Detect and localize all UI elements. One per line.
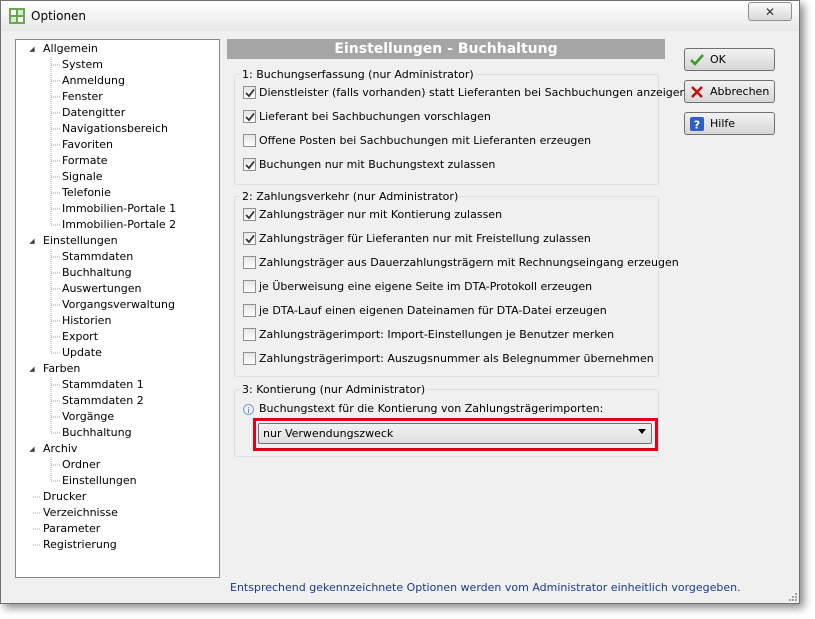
tree-item-einstellungen[interactable]: Einstellungen bbox=[43, 233, 118, 249]
ok-button[interactable]: OK bbox=[684, 48, 775, 71]
window-title: Optionen bbox=[31, 9, 87, 23]
tree-item-fenster[interactable]: Fenster bbox=[62, 89, 103, 105]
cancel-label: Abbrechen bbox=[710, 85, 770, 98]
tree-item-signale[interactable]: Signale bbox=[62, 169, 103, 185]
option-label: Zahlungsträger für Lieferanten nur mit F… bbox=[259, 232, 591, 245]
checkbox-unchecked[interactable] bbox=[243, 352, 256, 365]
tree-item-auswertungen[interactable]: Auswertungen bbox=[62, 281, 142, 297]
checkbox-unchecked[interactable] bbox=[243, 256, 256, 269]
group-title-kontierung: 3: Kontierung (nur Administrator) bbox=[240, 383, 428, 396]
tree-item-navigationsbereich[interactable]: Navigationsbereich bbox=[62, 121, 168, 137]
tree-expand-icon[interactable]: ◢ bbox=[27, 361, 37, 377]
checkmark-icon bbox=[245, 234, 255, 244]
tree-item-einstellungen[interactable]: Einstellungen bbox=[62, 473, 137, 489]
tree-item-system[interactable]: System bbox=[62, 57, 103, 73]
checkmark-icon bbox=[245, 160, 255, 170]
help-button[interactable]: ? Hilfe bbox=[684, 112, 775, 135]
tree-item-buchhaltung[interactable]: Buchhaltung bbox=[62, 425, 132, 441]
checkmark-icon bbox=[245, 210, 255, 220]
tree-item-parameter[interactable]: Parameter bbox=[43, 521, 100, 537]
info-icon: i bbox=[243, 404, 254, 415]
tree-item-export[interactable]: Export bbox=[62, 329, 98, 345]
tree-expand-icon[interactable]: ◢ bbox=[27, 441, 37, 457]
tree-item-update[interactable]: Update bbox=[62, 345, 102, 361]
tree-item-ordner[interactable]: Ordner bbox=[62, 457, 100, 473]
tree-item-registrierung[interactable]: Registrierung bbox=[43, 537, 117, 553]
resize-grip-icon[interactable] bbox=[788, 592, 798, 602]
option-label: Zahlungsträger nur mit Kontierung zulass… bbox=[259, 208, 503, 221]
tree-item-verzeichnisse[interactable]: Verzeichnisse bbox=[43, 505, 118, 521]
option-label: Zahlungsträger aus Dauerzahlungsträgern … bbox=[259, 256, 679, 269]
help-label: Hilfe bbox=[710, 117, 736, 130]
option-label: je DTA-Lauf einen eigenen Dateinamen für… bbox=[259, 304, 607, 317]
close-button[interactable]: ✕ bbox=[748, 2, 792, 21]
tree-item-buchhaltung[interactable]: Buchhaltung bbox=[62, 265, 132, 281]
option-label: je Überweisung eine eigene Seite im DTA-… bbox=[259, 280, 593, 293]
help-icon: ? bbox=[690, 117, 704, 132]
close-icon: ✕ bbox=[764, 5, 776, 19]
select-value: nur Verwendungszweck bbox=[263, 427, 394, 440]
checkbox-checked[interactable] bbox=[243, 232, 256, 245]
buchungstext-select[interactable]: nur Verwendungszweck bbox=[258, 423, 652, 444]
option-label: Zahlungsträgerimport: Import-Einstellung… bbox=[259, 328, 615, 341]
option-label: Buchungen nur mit Buchungstext zulassen bbox=[259, 158, 496, 171]
checkbox-checked[interactable] bbox=[243, 208, 256, 221]
tree-item-datengitter[interactable]: Datengitter bbox=[62, 105, 125, 121]
help-glyph: ? bbox=[694, 119, 700, 132]
tree-item-formate[interactable]: Formate bbox=[62, 153, 108, 169]
app-icon bbox=[9, 8, 25, 24]
checkbox-unchecked[interactable] bbox=[243, 134, 256, 147]
checkbox-checked[interactable] bbox=[243, 110, 256, 123]
tree-item-archiv[interactable]: Archiv bbox=[43, 441, 77, 457]
tree-item-allgemein[interactable]: Allgemein bbox=[43, 41, 98, 57]
footer-note: Entsprechend gekennzeichnete Optionen we… bbox=[230, 581, 741, 594]
checkbox-unchecked[interactable] bbox=[243, 280, 256, 293]
option-label: Lieferant bei Sachbuchungen vorschlagen bbox=[259, 110, 491, 123]
checkmark-icon bbox=[690, 54, 704, 66]
tree-item-anmeldung[interactable]: Anmeldung bbox=[62, 73, 125, 89]
tree-item-favoriten[interactable]: Favoriten bbox=[62, 137, 113, 153]
tree-item-immobilien-portale-1[interactable]: Immobilien-Portale 1 bbox=[62, 201, 176, 217]
options-dialog: Optionen ✕ ◢ Allgemein System Anmeldung Fens… bbox=[0, 0, 800, 604]
title-bar: Optionen ✕ bbox=[1, 1, 799, 31]
option-label: Zahlungsträgerimport: Auszugsnummer als … bbox=[259, 352, 654, 365]
checkmark-icon bbox=[245, 88, 255, 98]
checkbox-unchecked[interactable] bbox=[243, 304, 256, 317]
tree-item-stammdaten[interactable]: Stammdaten bbox=[62, 249, 133, 265]
options-tree[interactable]: ◢ Allgemein System Anmeldung Fenster Datengit… bbox=[15, 39, 220, 578]
tree-expand-icon[interactable]: ◢ bbox=[27, 233, 37, 249]
checkbox-unchecked[interactable] bbox=[243, 328, 256, 341]
tree-item-vorgangsverwaltung[interactable]: Vorgangsverwaltung bbox=[62, 297, 175, 313]
cancel-x-icon bbox=[691, 86, 703, 98]
tree-expand-icon[interactable]: ◢ bbox=[27, 41, 37, 57]
kontierung-label: Buchungstext für die Kontierung von Zahl… bbox=[259, 402, 604, 415]
group-title-zahlungsverkehr: 2: Zahlungsverkehr (nur Administrator) bbox=[240, 190, 461, 203]
tree-item-farben[interactable]: Farben bbox=[43, 361, 80, 377]
option-label: Dienstleister (falls vorhanden) statt Li… bbox=[259, 86, 687, 99]
panel-title: Einstellungen - Buchhaltung bbox=[227, 39, 665, 59]
tree-item-vorgänge[interactable]: Vorgänge bbox=[62, 409, 114, 425]
tree-item-historien[interactable]: Historien bbox=[62, 313, 111, 329]
option-label: Offene Posten bei Sachbuchungen mit Lief… bbox=[259, 134, 592, 147]
cancel-button[interactable]: Abbrechen bbox=[684, 80, 775, 103]
chevron-down-icon bbox=[638, 429, 646, 434]
checkbox-checked[interactable] bbox=[243, 158, 256, 171]
tree-item-immobilien-portale-2[interactable]: Immobilien-Portale 2 bbox=[62, 217, 176, 233]
checkmark-icon bbox=[245, 112, 255, 122]
tree-item-stammdaten-1[interactable]: Stammdaten 1 bbox=[62, 377, 144, 393]
checkbox-checked[interactable] bbox=[243, 86, 256, 99]
tree-item-drucker[interactable]: Drucker bbox=[43, 489, 86, 505]
tree-item-telefonie[interactable]: Telefonie bbox=[62, 185, 111, 201]
group-title-buchungserfassung: 1: Buchungserfassung (nur Administrator) bbox=[240, 68, 476, 81]
ok-label: OK bbox=[710, 53, 726, 66]
tree-item-stammdaten-2[interactable]: Stammdaten 2 bbox=[62, 393, 144, 409]
